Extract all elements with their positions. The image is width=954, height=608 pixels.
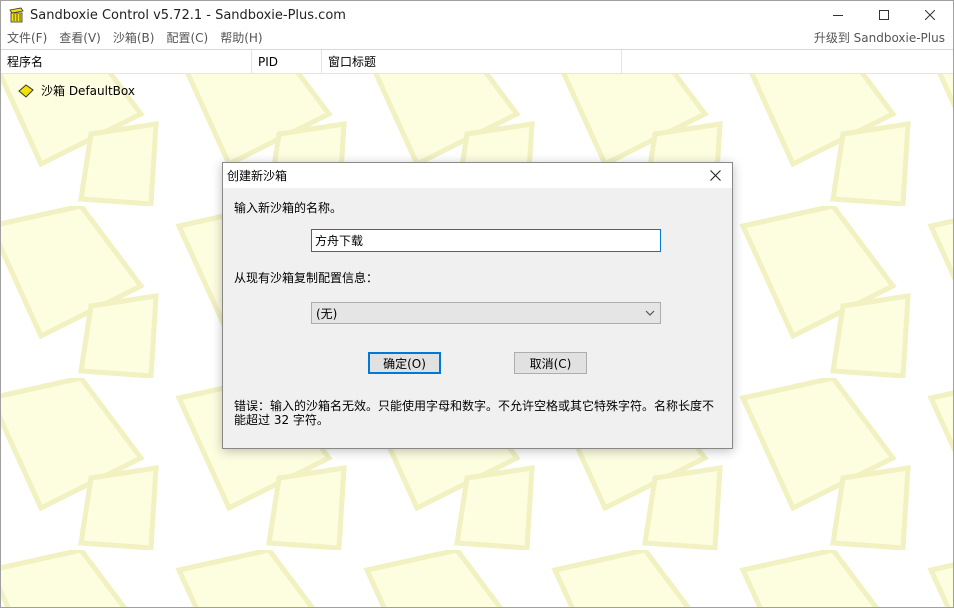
menu-upgrade[interactable]: 升级到 Sandboxie-Plus xyxy=(814,29,945,48)
sandbox-diamond-icon xyxy=(18,83,34,98)
dialog-title: 创建新沙箱 xyxy=(227,169,288,183)
menu-view[interactable]: 查看(V) xyxy=(53,29,107,48)
close-button[interactable] xyxy=(907,1,953,29)
copy-config-select[interactable]: (无) xyxy=(311,302,661,324)
maximize-icon xyxy=(879,10,889,20)
name-prompt-label: 输入新沙箱的名称。 xyxy=(234,201,343,215)
copy-config-label: 从现有沙箱复制配置信息： xyxy=(234,271,379,285)
sandboxie-app-icon xyxy=(9,7,24,23)
column-header-pid[interactable]: PID xyxy=(252,50,322,74)
column-header-program[interactable]: 程序名 xyxy=(1,50,252,74)
list-header: 程序名 PID 窗口标题 xyxy=(1,49,953,74)
dialog-title-bar: 创建新沙箱 xyxy=(223,163,732,188)
copy-config-selected-value: (无) xyxy=(316,306,338,321)
sandbox-name-label: 沙箱 DefaultBox xyxy=(41,84,135,98)
list-item[interactable]: 沙箱 DefaultBox xyxy=(17,82,135,99)
menu-configure[interactable]: 配置(C) xyxy=(160,29,214,48)
title-bar: Sandboxie Control v5.72.1 - Sandboxie-Pl… xyxy=(1,1,953,29)
sandbox-name-input[interactable] xyxy=(311,229,661,252)
column-header-window-title[interactable]: 窗口标题 xyxy=(322,50,622,74)
chevron-down-icon xyxy=(645,310,655,316)
window-title: Sandboxie Control v5.72.1 - Sandboxie-Pl… xyxy=(30,7,346,23)
cancel-button[interactable]: 取消(C) xyxy=(514,352,587,374)
ok-button[interactable]: 确定(O) xyxy=(368,352,441,374)
close-icon xyxy=(709,170,721,181)
window-controls xyxy=(815,1,953,29)
close-icon xyxy=(925,10,935,20)
menu-bar: 文件(F) 查看(V) 沙箱(B) 配置(C) 帮助(H) 升级到 Sandbo… xyxy=(1,29,953,48)
error-message: 错误：输入的沙箱名无效。只能使用字母和数字。不允许空格或其它特殊字符。名称长度不… xyxy=(234,399,715,427)
dialog-close-button[interactable] xyxy=(698,163,732,188)
minimize-icon xyxy=(833,15,843,16)
minimize-button[interactable] xyxy=(815,1,861,29)
menu-file[interactable]: 文件(F) xyxy=(1,29,53,48)
maximize-button[interactable] xyxy=(861,1,907,29)
menu-help[interactable]: 帮助(H) xyxy=(214,29,268,48)
menu-sandbox[interactable]: 沙箱(B) xyxy=(107,29,161,48)
create-sandbox-dialog: 创建新沙箱 输入新沙箱的名称。 从现有沙箱复制配置信息： (无) 确定(O) 取… xyxy=(222,162,733,449)
